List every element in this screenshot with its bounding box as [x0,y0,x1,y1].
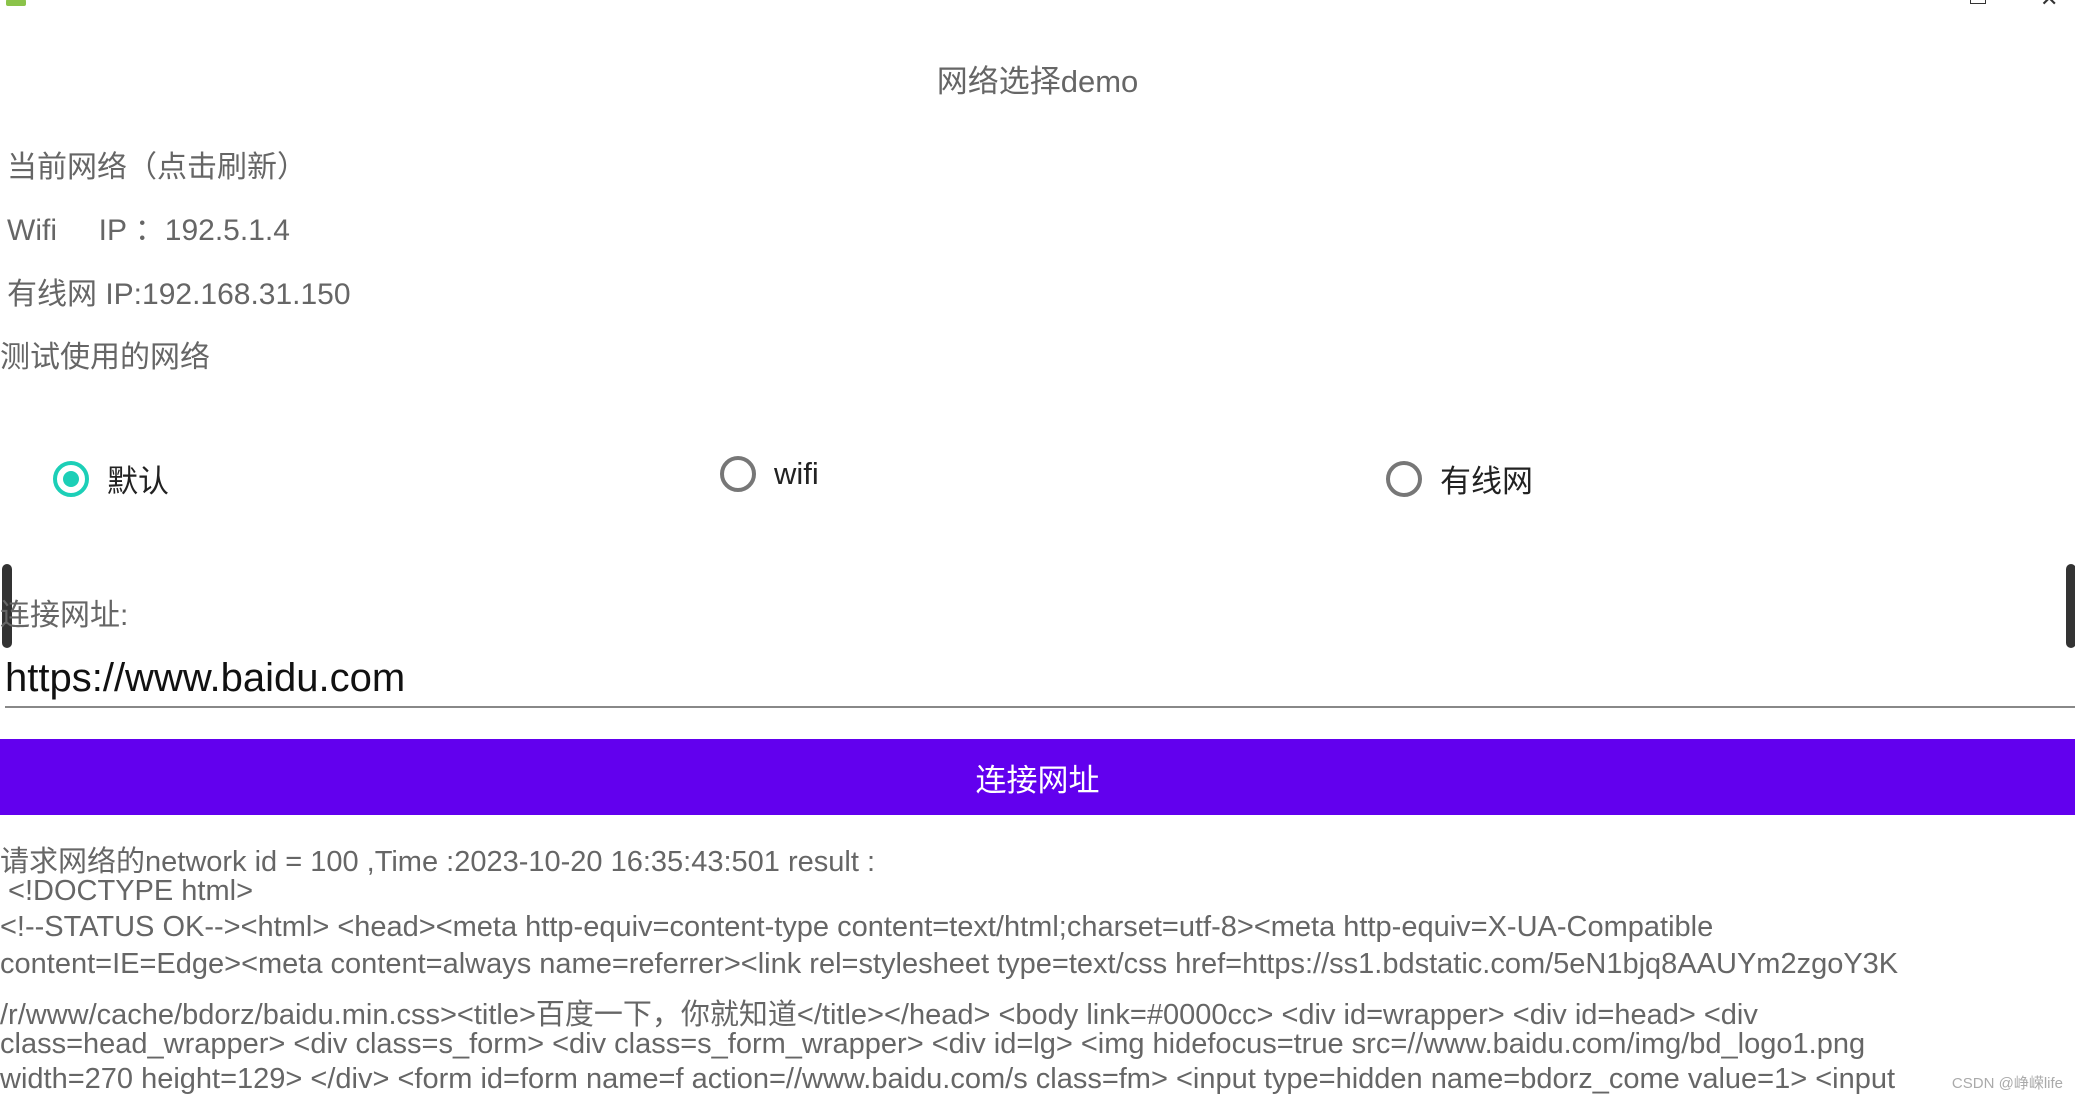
url-label: 连接网址: [0,599,129,632]
output-line: <!DOCTYPE html> [0,875,254,907]
radio-label: 有线网 [1440,464,1533,499]
android-icon [6,0,26,6]
output-line: <!--STATUS OK--><html> <head><meta http-… [0,911,1714,943]
radio-unchecked-icon [1386,460,1422,497]
test-network-label: 测试使用的网络 [0,341,210,374]
output-line: 请求网络的network id = 100 ,Time :2023-10-20 … [0,846,876,878]
wired-ip: 有线网 IP:192.168.31.150 [7,278,351,311]
output-line: width=270 height=129> </div> <form id=fo… [0,1063,1896,1095]
radio-label: 默认 [107,464,169,499]
radio-default[interactable]: 默认 [53,456,169,501]
page-title: 网络选择demo [936,64,1139,99]
output-line: content=IE=Edge><meta content=always nam… [0,948,1899,980]
current-network-refresh[interactable]: 当前网络（点击刷新） [7,142,307,186]
radio-checked-icon [53,460,89,497]
connect-button[interactable]: 连接网址 [0,739,2075,815]
radio-unchecked-icon [720,456,756,492]
output-line: class=head_wrapper> <div class=s_form> <… [0,1028,1866,1060]
right-edge-handle[interactable] [2066,564,2075,648]
maximize-button[interactable] [1970,0,1986,4]
radio-label: wifi [774,456,819,491]
output-line: /r/www/cache/bdorz/baidu.min.css><title>… [0,999,1758,1031]
url-input[interactable] [5,650,2075,708]
watermark: CSDN @峥嵘life [1951,1075,2063,1092]
radio-wired[interactable]: 有线网 [1386,456,1533,501]
radio-wifi[interactable]: wifi [720,456,819,492]
close-button[interactable]: ✕ [2040,0,2058,12]
wifi-ip: Wifi IP ：192.5.1.4 [7,214,290,247]
